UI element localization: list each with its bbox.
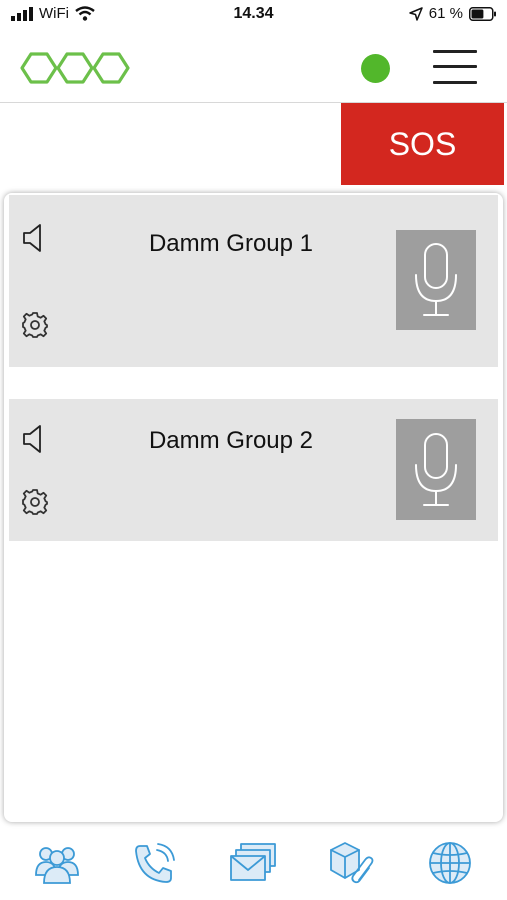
menu-icon-bar [433,65,477,68]
app-header [0,30,507,103]
menu-icon-bar [433,81,477,84]
group-card: Damm Group 1 [9,195,498,367]
package-attachment-icon [329,842,374,884]
bottom-nav [0,826,507,900]
menu-icon-bar [433,50,477,53]
nav-calls-button[interactable] [125,833,185,893]
microphone-icon [415,432,457,506]
menu-button[interactable] [433,48,477,86]
sos-label: SOS [388,125,457,162]
sos-button[interactable]: SOS [341,103,504,185]
users-group-icon [35,847,79,884]
online-status-indicator [361,54,390,83]
status-bar: WiFi 14.34 61 % [0,0,507,30]
battery-percent: 61 % [428,5,463,22]
gear-icon[interactable] [21,311,49,339]
messages-icon [230,843,277,881]
phone-call-icon [135,843,176,883]
globe-icon [428,842,471,884]
nav-web-button[interactable] [420,833,480,893]
microphone-icon [415,243,457,316]
push-to-talk-button[interactable] [396,419,476,520]
location-arrow-icon [409,6,423,21]
nav-messages-button[interactable] [223,833,283,893]
battery-icon [469,6,496,21]
groups-panel: Damm Group 1 Damm Group 2 [4,193,503,822]
group-card: Damm Group 2 [9,399,498,541]
status-right: 61 % [409,5,497,22]
push-to-talk-button[interactable] [396,230,476,330]
nav-groups-button[interactable] [27,833,87,893]
gear-icon[interactable] [21,488,49,516]
app-logo [20,50,132,91]
honeycomb-logo-icon [20,52,130,84]
nav-files-button[interactable] [322,833,382,893]
